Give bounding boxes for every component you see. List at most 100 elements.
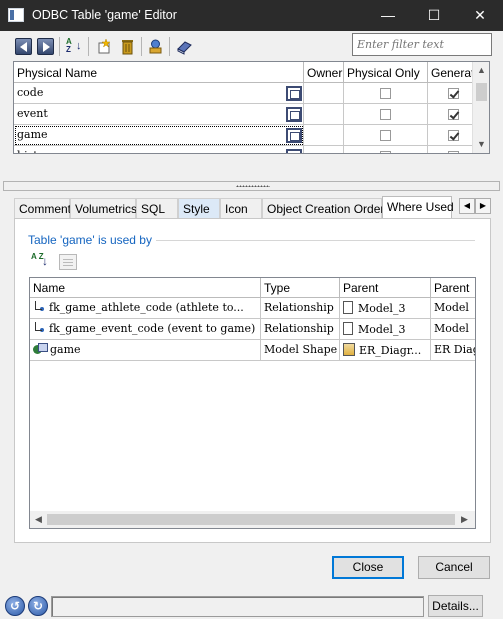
physical-only-cell [344, 125, 428, 146]
physical-only-cell [344, 104, 428, 125]
where-used-panel: Table 'game' is used by A Z ↓ Name Type P… [14, 218, 491, 543]
table-row[interactable]: history [14, 146, 304, 153]
book-icon[interactable] [176, 38, 193, 55]
column-header-physical-only[interactable]: Physical Only [344, 62, 428, 83]
column-name: event [17, 107, 48, 120]
domain-icon[interactable] [286, 86, 302, 101]
column-header-generate[interactable]: Generat [428, 62, 474, 83]
next-icon[interactable] [37, 38, 54, 55]
cancel-button[interactable]: Cancel [418, 556, 490, 579]
column-header-physical-name[interactable]: Physical Name [14, 62, 304, 83]
physical-only-checkbox[interactable] [380, 88, 391, 99]
toolbar-separator [169, 37, 170, 56]
where-used-parent-cell: Model_3 [340, 298, 431, 319]
document-icon [343, 301, 353, 314]
maximize-button[interactable]: ☐ [411, 0, 457, 31]
owner-cell[interactable] [304, 146, 344, 153]
generate-cell [428, 104, 474, 125]
table-row[interactable]: game [14, 125, 304, 146]
minimize-button[interactable]: — [365, 0, 411, 31]
where-used-parent-cell: Model_3 [340, 319, 431, 340]
owner-cell[interactable] [304, 83, 344, 104]
physical-only-cell [344, 83, 428, 104]
column-header-parent-2[interactable]: Parent [431, 278, 475, 298]
scroll-down-icon[interactable]: ▼ [477, 140, 486, 149]
redo-icon[interactable]: ↻ [28, 596, 48, 616]
prev-icon[interactable] [15, 38, 32, 55]
arrow-down-icon: ↓ [42, 254, 48, 268]
owner-cell[interactable] [304, 125, 344, 146]
delete-icon[interactable] [119, 38, 136, 55]
details-button[interactable]: Details... [428, 595, 483, 617]
sort-icon[interactable]: A Z ↓ [31, 253, 49, 271]
domain-icon[interactable] [286, 107, 302, 122]
where-used-parent: Model_3 [358, 323, 406, 336]
table-row[interactable]: fk_game_athlete_code (athlete to... [30, 298, 261, 319]
where-used-grid: Name Type Parent Parent fk_game_athlete_… [29, 277, 476, 529]
domain-icon[interactable] [286, 149, 302, 153]
filter-input[interactable] [352, 33, 492, 56]
tab-scroll-left-icon[interactable]: ◀ [459, 198, 475, 214]
owner-cell[interactable] [304, 104, 344, 125]
generate-cell [428, 146, 474, 153]
table-row[interactable]: event [14, 104, 304, 125]
tab-comment[interactable]: Comment [14, 198, 71, 218]
tab-scroll-right-icon[interactable]: ▶ [475, 198, 491, 214]
column-header-type[interactable]: Type [261, 278, 340, 298]
tab-strip: Comment Volumetrics SQL Style Icon Objec… [14, 196, 491, 219]
column-header-owner[interactable]: Owner [304, 62, 344, 83]
close-window-button[interactable]: ✕ [457, 0, 503, 31]
where-used-horizontal-scrollbar[interactable]: ◀ ▶ [30, 511, 475, 528]
scroll-thumb[interactable] [476, 83, 487, 101]
domain-icon[interactable] [286, 128, 302, 143]
where-used-parent-2: Model [431, 298, 475, 319]
scroll-thumb[interactable] [47, 514, 455, 525]
scroll-up-icon[interactable]: ▲ [477, 66, 486, 75]
generate-checkbox[interactable] [448, 109, 459, 120]
scroll-right-icon[interactable]: ▶ [461, 514, 468, 525]
where-used-name: fk_game_event_code (event to game) [49, 322, 256, 335]
table-row[interactable]: code [14, 83, 304, 104]
close-button[interactable]: Close [332, 556, 404, 579]
reuse-icon[interactable] [147, 38, 164, 55]
tab-style[interactable]: Style [178, 198, 220, 218]
physical-only-checkbox[interactable] [380, 130, 391, 141]
column-name: code [17, 86, 44, 99]
relationship-icon [33, 322, 45, 334]
where-used-parent-2: Model [431, 319, 475, 340]
sort-icon[interactable]: A Z ↓ [66, 38, 83, 55]
where-used-name: game [50, 343, 81, 356]
generate-cell [428, 83, 474, 104]
table-row[interactable]: fk_game_event_code (event to game) [30, 319, 261, 340]
column-name: history [17, 149, 56, 153]
toolbar-separator [59, 37, 60, 56]
document-icon [343, 322, 353, 335]
columns-grid: Physical Name Owner Physical Only Genera… [13, 61, 490, 154]
new-icon[interactable] [96, 38, 113, 55]
relationship-icon [33, 301, 45, 313]
table-editor-icon [8, 8, 24, 22]
column-header-parent[interactable]: Parent [340, 278, 431, 298]
pane-splitter[interactable] [3, 181, 500, 191]
tab-where-used[interactable]: Where Used [382, 196, 454, 219]
tab-sql[interactable]: SQL [136, 198, 178, 218]
physical-only-checkbox[interactable] [380, 109, 391, 120]
where-used-parent-cell: ER_Diagr... [340, 340, 431, 361]
where-used-type: Relationship [261, 298, 340, 319]
columns-vertical-scrollbar[interactable]: ▲ ▼ [472, 62, 489, 153]
undo-icon[interactable]: ↺ [5, 596, 25, 616]
er-diagram-icon [343, 343, 355, 356]
generate-checkbox[interactable] [448, 88, 459, 99]
tab-object-creation-order[interactable]: Object Creation Order [262, 198, 384, 218]
where-used-parent: Model_3 [358, 302, 406, 315]
scroll-left-icon[interactable]: ◀ [35, 514, 42, 525]
generate-checkbox[interactable] [448, 151, 459, 153]
where-used-parent: ER_Diagr... [359, 344, 422, 357]
column-header-name[interactable]: Name [30, 278, 261, 298]
where-used-heading: Table 'game' is used by [28, 233, 156, 247]
tab-icon[interactable]: Icon [220, 198, 262, 218]
table-row[interactable]: game [30, 340, 261, 361]
physical-only-checkbox[interactable] [380, 151, 391, 153]
generate-checkbox[interactable] [448, 130, 459, 141]
tab-volumetrics[interactable]: Volumetrics [70, 198, 137, 218]
